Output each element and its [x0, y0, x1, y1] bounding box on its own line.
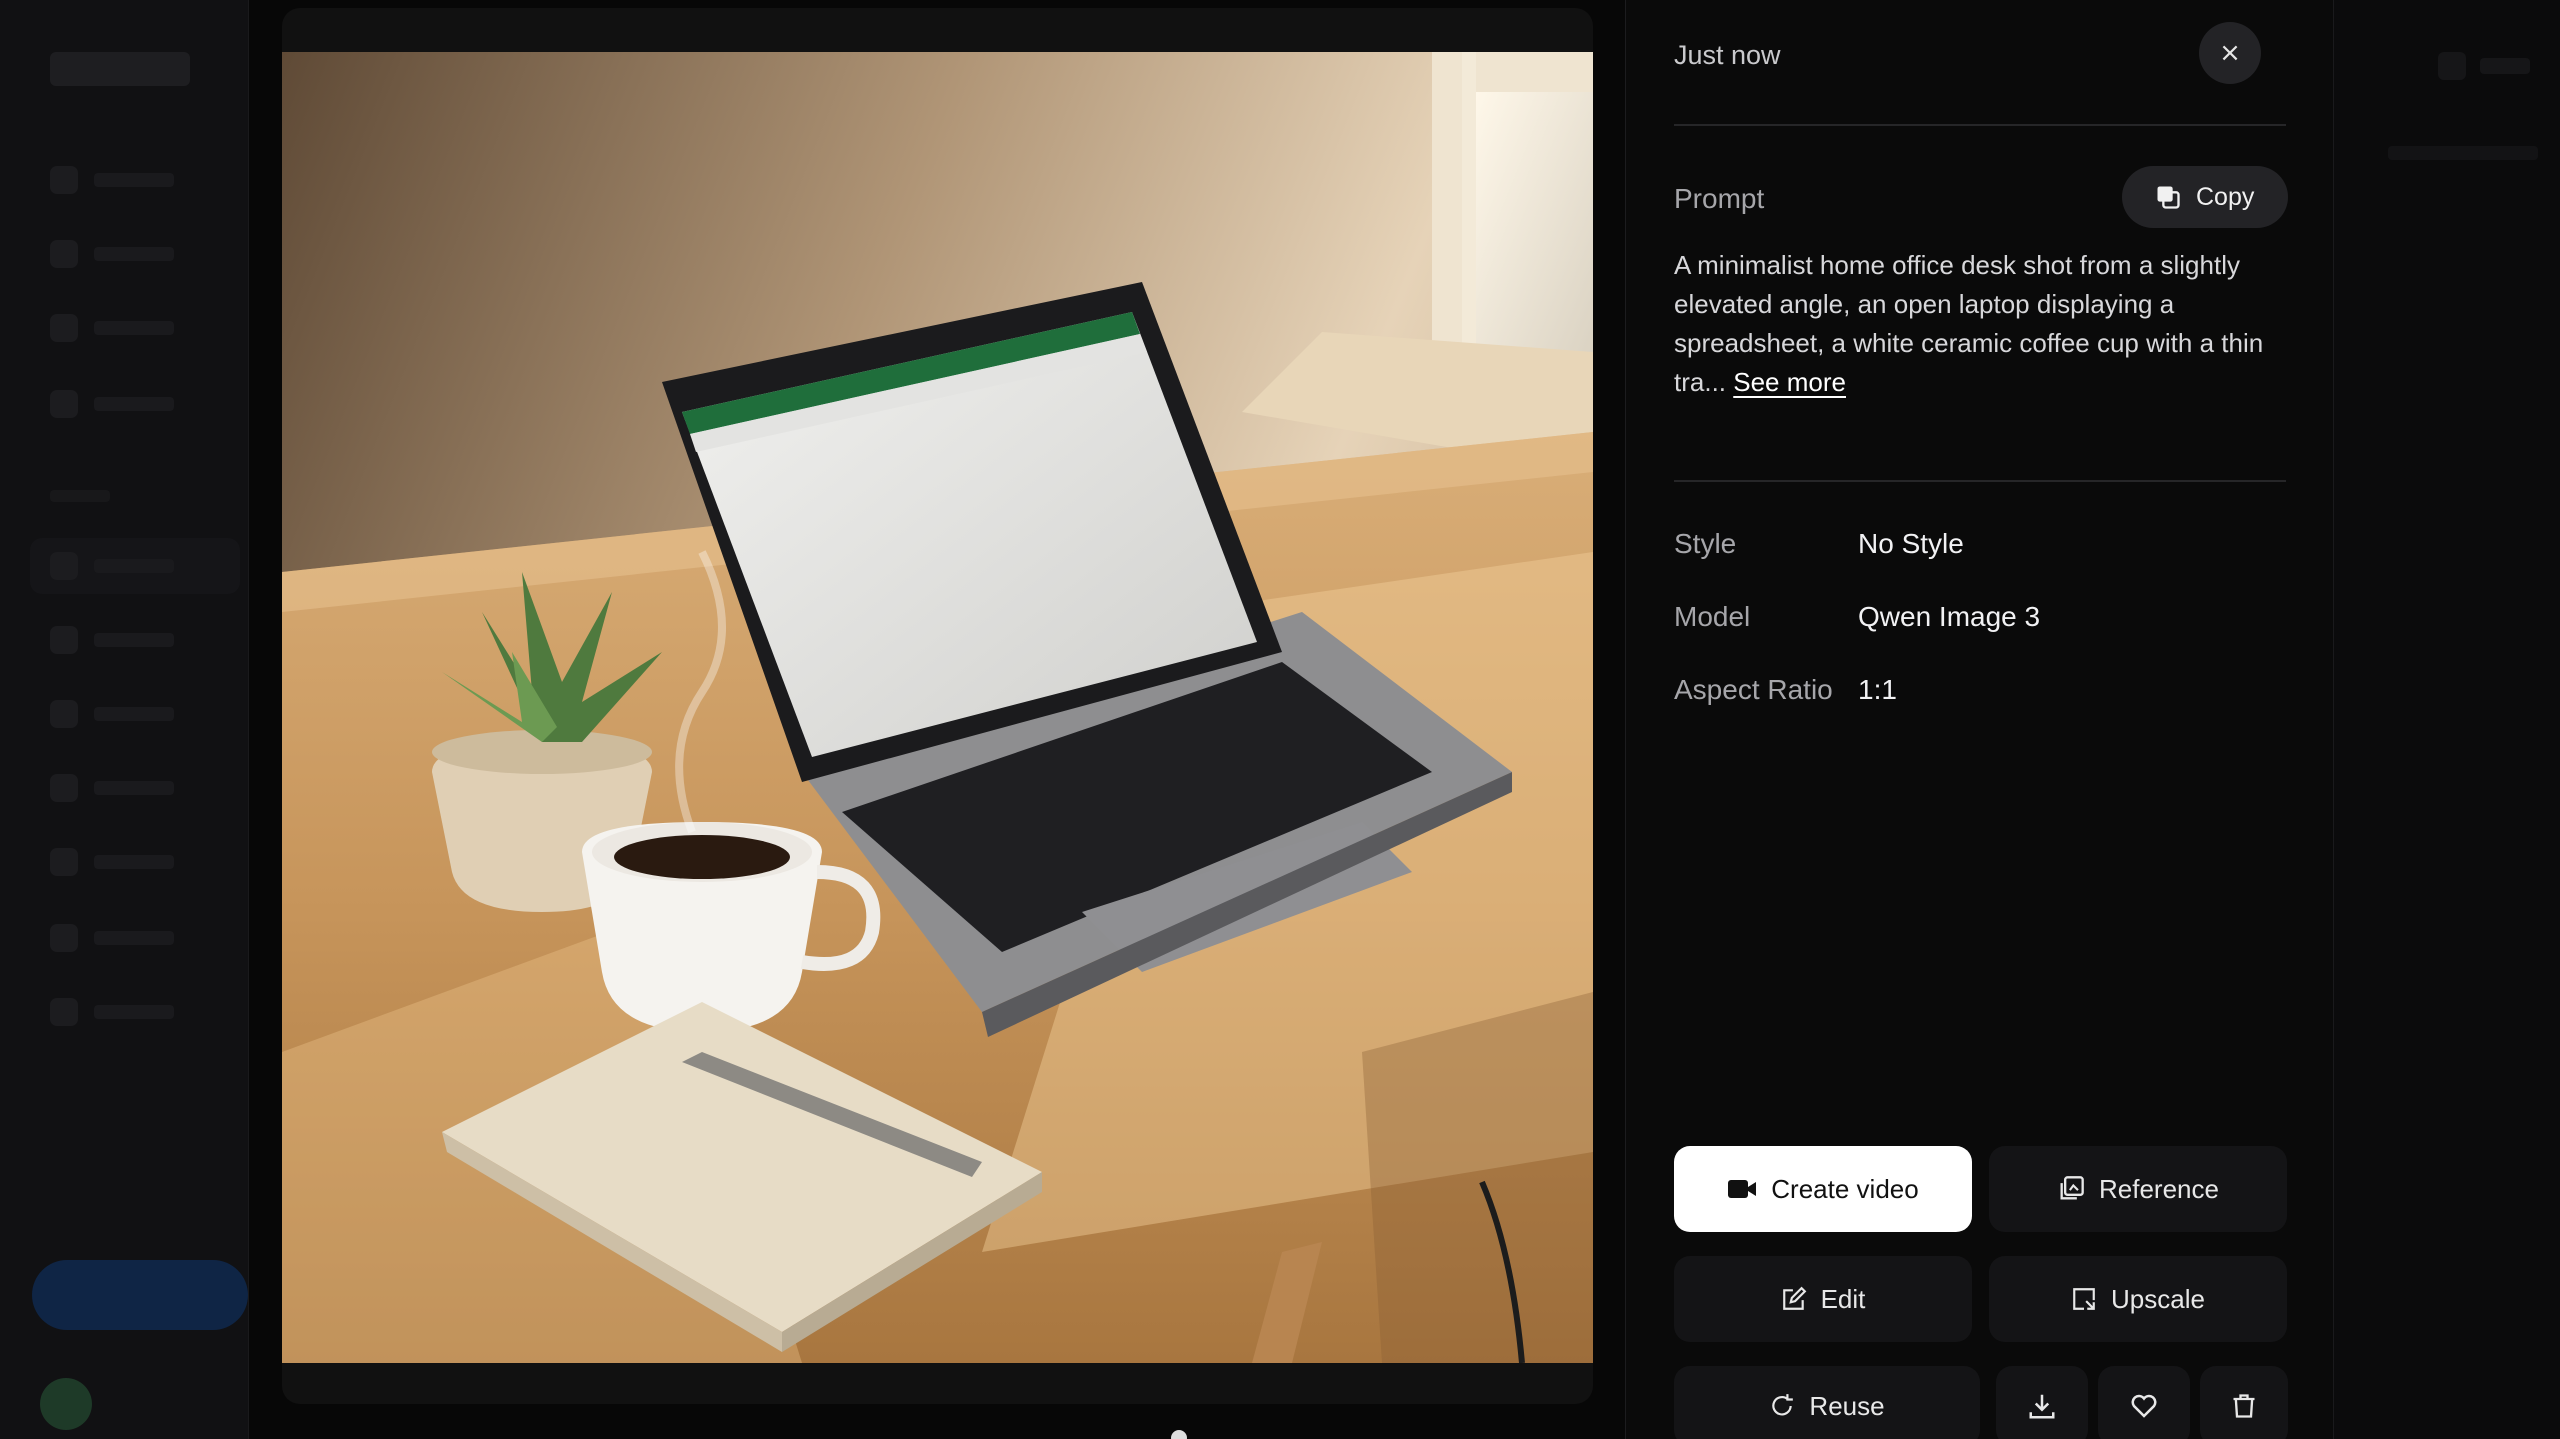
background-upgrade-button	[32, 1260, 248, 1330]
reuse-button[interactable]: Reuse	[1674, 1366, 1980, 1439]
model-value: Qwen Image 3	[1858, 601, 2041, 632]
edit-button[interactable]: Edit	[1674, 1256, 1972, 1342]
created-timestamp: Just now	[1674, 40, 1781, 70]
download-icon	[2029, 1394, 2055, 1419]
prompt-text: A minimalist home office desk shot from …	[1674, 246, 2286, 402]
copy-button-label: Copy	[2196, 182, 2255, 211]
prompt-divider	[1674, 480, 2286, 482]
background-nav-item	[50, 700, 200, 728]
model-label: Model	[1674, 601, 1751, 632]
heart-icon	[2131, 1394, 2157, 1418]
background-logo	[50, 52, 190, 86]
close-button[interactable]: ×	[2199, 22, 2261, 84]
download-button[interactable]	[1996, 1366, 2088, 1439]
create-video-button[interactable]: Create video	[1674, 1146, 1972, 1232]
close-icon: ×	[2219, 38, 2241, 68]
aspect-ratio-label: Aspect Ratio	[1674, 674, 1833, 705]
background-nav-item	[50, 848, 200, 876]
background-nav-item	[50, 626, 200, 654]
style-label: Style	[1674, 528, 1737, 559]
reference-icon	[2060, 1176, 2084, 1200]
header-divider	[1674, 124, 2286, 126]
details-panel: Just now × Prompt Copy A minimalist home…	[1626, 0, 2333, 1439]
delete-button[interactable]	[2200, 1366, 2288, 1439]
background-nav-item	[50, 240, 200, 268]
edit-label: Edit	[1820, 1283, 1866, 1314]
upscale-icon	[2073, 1288, 2095, 1310]
favorite-button[interactable]	[2098, 1366, 2190, 1439]
background-nav-item	[50, 774, 200, 802]
aspect-ratio-value: 1:1	[1858, 674, 1897, 705]
background-nav-item	[50, 166, 200, 194]
background-section-label	[50, 490, 110, 502]
background-nav-item	[50, 998, 200, 1026]
image-detail-modal: Just now × Prompt Copy A minimalist home…	[248, 0, 2334, 1439]
reuse-icon	[1772, 1394, 1794, 1416]
generated-image-illustration	[282, 52, 1593, 1363]
background-label	[2388, 146, 2538, 160]
prompt-label: Prompt	[1674, 183, 1765, 214]
background-icon	[2438, 52, 2466, 80]
viewer-footer	[249, 1420, 1625, 1439]
background-nav-item	[50, 314, 200, 342]
reference-button[interactable]: Reference	[1989, 1146, 2287, 1232]
background-sidebar	[0, 0, 248, 1439]
background-nav-item	[50, 924, 200, 952]
trash-icon	[2233, 1394, 2255, 1418]
image-viewer	[249, 0, 1625, 1439]
reference-label: Reference	[2099, 1173, 2219, 1204]
reuse-label: Reuse	[1809, 1390, 1885, 1421]
style-value: No Style	[1858, 528, 1964, 559]
video-camera-icon	[1728, 1180, 1757, 1198]
edit-icon	[1782, 1286, 1806, 1310]
upscale-button[interactable]: Upscale	[1989, 1256, 2287, 1342]
copy-icon	[2157, 186, 2180, 209]
image-frame	[282, 8, 1593, 1404]
generated-image[interactable]	[282, 52, 1593, 1363]
background-nav-item	[50, 390, 200, 418]
background-avatar	[40, 1378, 92, 1430]
upscale-label: Upscale	[2111, 1283, 2205, 1314]
background-label	[2480, 58, 2530, 74]
create-video-label: Create video	[1771, 1173, 1919, 1204]
copy-prompt-button[interactable]: Copy	[2122, 166, 2288, 228]
see-more-link[interactable]: See more	[1733, 367, 1846, 397]
zoom-slider-handle[interactable]	[1171, 1430, 1187, 1439]
background-nav-item	[50, 552, 200, 580]
